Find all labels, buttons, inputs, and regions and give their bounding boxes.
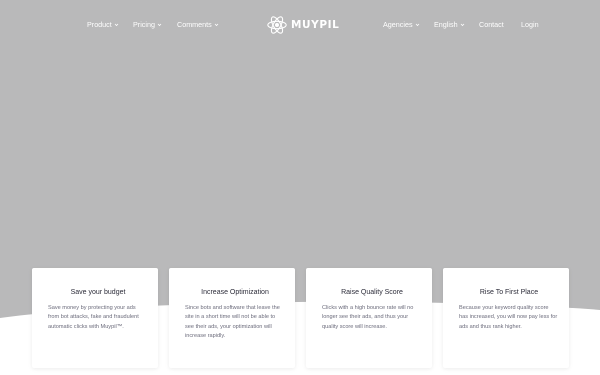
nav-contact-label: Contact bbox=[479, 20, 504, 29]
nav-comments-label: Comments bbox=[177, 20, 212, 29]
nav-product-label: Product bbox=[87, 20, 112, 29]
nav-language[interactable]: English bbox=[434, 20, 465, 29]
feature-card-title: Save your budget bbox=[70, 289, 126, 296]
feature-card-budget: Save your budget Save money by protectin… bbox=[32, 268, 158, 368]
nav-agencies-label: Agencies bbox=[383, 20, 413, 29]
nav-comments[interactable]: Comments bbox=[177, 20, 219, 29]
nav-product[interactable]: Product bbox=[87, 20, 119, 29]
brand-logo[interactable]: MUYPIL bbox=[266, 13, 339, 37]
nav-pricing-label: Pricing bbox=[133, 20, 155, 29]
feature-card-optimization: Increase Optimization Since bots and sof… bbox=[169, 268, 295, 368]
atom-logo-icon bbox=[267, 16, 287, 34]
feature-card-title: Increase Optimization bbox=[201, 289, 269, 296]
chevron-down-icon bbox=[157, 23, 162, 27]
feature-card-text: Save money by protecting your ads from b… bbox=[48, 305, 139, 330]
chevron-down-icon bbox=[114, 23, 119, 27]
chevron-down-icon bbox=[415, 23, 419, 27]
top-navigation: Product Pricing Comments MUYPIL Agencies… bbox=[0, 0, 600, 50]
brand-name: MUYPIL bbox=[291, 19, 340, 31]
feature-card-title: Rise To First Place bbox=[479, 289, 539, 296]
chevron-down-icon bbox=[460, 23, 464, 27]
feature-card-quality: Raise Quality Score Clicks with a high b… bbox=[306, 268, 432, 368]
chevron-down-icon bbox=[214, 23, 219, 27]
nav-login[interactable]: Login bbox=[521, 20, 539, 29]
nav-agencies[interactable]: Agencies bbox=[383, 20, 420, 29]
feature-card-text: Since bots and software that leave the s… bbox=[185, 305, 280, 340]
feature-card-text: Because your keyword quality score has i… bbox=[459, 305, 558, 330]
nav-contact[interactable]: Contact bbox=[479, 20, 504, 29]
feature-card-title: Raise Quality Score bbox=[341, 289, 403, 296]
nav-language-label: English bbox=[434, 20, 458, 29]
feature-card-text: Clicks with a high bounce rate will no l… bbox=[322, 305, 414, 330]
feature-card-first-place: Rise To First Place Because your keyword… bbox=[443, 268, 569, 368]
nav-login-label: Login bbox=[521, 20, 539, 29]
nav-pricing[interactable]: Pricing bbox=[133, 20, 162, 29]
